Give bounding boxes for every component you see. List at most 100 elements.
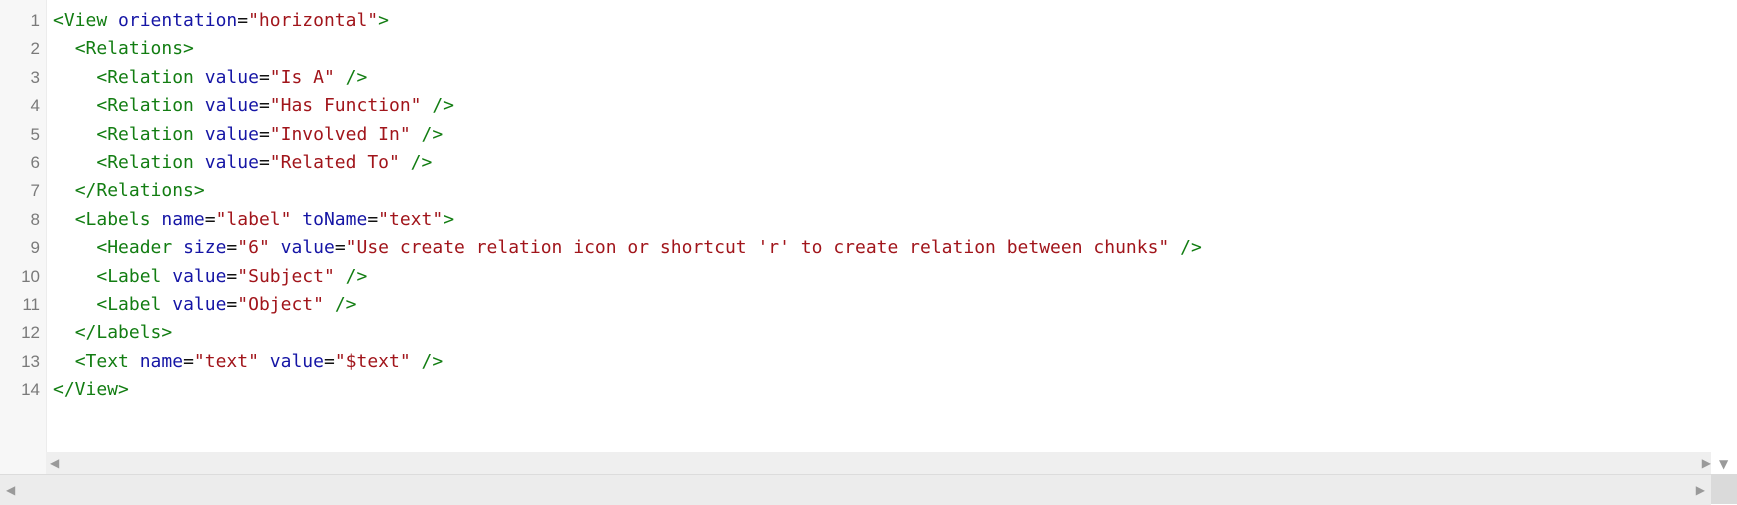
punct-token — [53, 180, 75, 201]
punct-token — [53, 266, 96, 287]
line-number: 14 — [21, 380, 40, 400]
arrow-down-icon[interactable]: ▼ — [1719, 458, 1728, 470]
str-token: "Is A" — [269, 66, 335, 88]
tag-token: /> — [1180, 237, 1202, 259]
code-line[interactable]: </Relations> — [53, 175, 205, 207]
punct-token: = — [323, 350, 335, 372]
code-line[interactable]: <Relation value="Related To" /> — [53, 147, 432, 179]
code-line[interactable]: <Label value="Subject" /> — [53, 261, 367, 293]
punct-token — [194, 67, 205, 88]
code-line[interactable]: <Relation value="Has Function" /> — [53, 90, 454, 122]
line-number: 5 — [30, 124, 40, 144]
tag-token: <Relation — [96, 66, 194, 88]
punct-token — [161, 266, 172, 287]
line-number: 6 — [30, 153, 40, 172]
tag-token: /> — [421, 123, 444, 145]
code-line[interactable]: <Labels name="label" toName="text"> — [53, 204, 454, 236]
attr-token: value — [172, 265, 227, 287]
punct-token — [400, 152, 411, 173]
str-token: "6" — [237, 237, 270, 259]
punct-token — [270, 237, 281, 258]
code-line[interactable]: <Relation value="Is A" /> — [53, 62, 367, 94]
vertical-scrollbar[interactable]: ▼ — [1711, 0, 1737, 474]
tag-token: <Relation — [96, 95, 194, 117]
punct-token: = — [258, 66, 270, 88]
attr-token: value — [280, 237, 335, 259]
punct-token — [259, 351, 270, 372]
tag-token: <Relation — [96, 123, 194, 145]
punct-token — [161, 294, 172, 315]
line-number: 3 — [30, 67, 40, 87]
arrow-right-icon[interactable]: ▶ — [1702, 457, 1711, 469]
punct-token — [53, 209, 75, 230]
punct-token — [324, 294, 335, 315]
arrow-left-icon[interactable]: ◀ — [50, 457, 59, 469]
punct-token: = — [367, 208, 379, 230]
inner-horizontal-scrollbar[interactable]: ◀ ▶ — [46, 452, 1711, 474]
punct-token — [335, 67, 346, 88]
attr-token: value — [204, 123, 259, 145]
punct-token — [53, 237, 96, 258]
code-line[interactable]: <Header size="6" value="Use create relat… — [53, 232, 1202, 264]
attr-token: toName — [302, 208, 368, 230]
attr-token: size — [183, 237, 227, 259]
tag-token: </Labels> — [74, 322, 173, 344]
code-line[interactable]: </Labels> — [53, 317, 173, 349]
attr-token: name — [161, 208, 205, 230]
attr-token: orientation — [118, 10, 238, 31]
tag-token: /> — [421, 350, 444, 372]
punct-token — [411, 351, 422, 372]
code-line[interactable]: <Label value="Object" /> — [53, 289, 356, 321]
str-token: "Related To" — [269, 152, 400, 173]
arrow-right-icon[interactable]: ▶ — [1696, 484, 1705, 496]
punct-token: = — [226, 294, 238, 315]
code-editor[interactable]: 1 2 3 4 5 6 7 8 9 10 11 12 13 14 <View orientation="h… — [0, 0, 1737, 505]
attr-token: name — [139, 350, 184, 372]
code-area[interactable]: <View orientation="horizontal"> <Relatio… — [46, 0, 1737, 452]
line-number: 8 — [30, 209, 40, 229]
line-number-gutter: 1 2 3 4 5 6 7 8 9 10 11 12 13 14 — [0, 0, 47, 504]
punct-token — [53, 67, 96, 88]
str-token: "Use create relation icon or shortcut 'r… — [345, 237, 1170, 259]
punct-token: = — [334, 237, 346, 259]
code-line[interactable]: <Relation value="Involved In" /> — [53, 119, 443, 151]
str-token: "text" — [193, 350, 259, 372]
punct-token: = — [237, 10, 249, 31]
line-number: 4 — [30, 96, 40, 116]
punct-token — [172, 237, 183, 258]
punct-token — [411, 124, 422, 145]
line-number: 9 — [30, 238, 40, 258]
punct-token — [53, 322, 75, 343]
tag-token: /> — [345, 265, 368, 287]
punct-token: = — [204, 208, 216, 230]
punct-token — [107, 10, 118, 31]
punct-token: = — [258, 152, 270, 173]
punct-token — [1169, 237, 1180, 258]
tag-token: <Text — [74, 350, 129, 372]
punct-token — [53, 351, 75, 372]
punct-token — [194, 124, 205, 145]
line-number: 1 — [30, 11, 40, 30]
line-number: 13 — [21, 351, 40, 371]
punct-token — [291, 209, 302, 230]
tag-token: <Label — [96, 265, 162, 287]
str-token: "Has Function" — [269, 95, 422, 117]
attr-token: value — [204, 95, 259, 117]
tag-token: <Relation — [96, 152, 194, 173]
tag-token: <View — [53, 10, 108, 31]
punct-token — [53, 294, 96, 315]
outer-horizontal-scrollbar[interactable]: ◀ ▶ — [0, 474, 1711, 505]
attr-token: value — [269, 350, 324, 372]
code-line[interactable]: <Text name="text" value="$text" /> — [53, 346, 444, 378]
arrow-left-icon[interactable]: ◀ — [6, 484, 15, 496]
line-number: 11 — [22, 295, 40, 314]
code-line[interactable]: <View orientation="horizontal"> — [53, 5, 389, 37]
str-token: "Subject" — [237, 265, 335, 287]
code-line[interactable]: <Relations> — [53, 33, 194, 65]
punct-token — [129, 351, 140, 372]
punct-token — [53, 95, 96, 116]
punct-token: = — [226, 265, 238, 287]
str-token: "label" — [215, 208, 292, 230]
code-line[interactable]: </View> — [53, 374, 129, 406]
attr-token: value — [204, 152, 259, 173]
